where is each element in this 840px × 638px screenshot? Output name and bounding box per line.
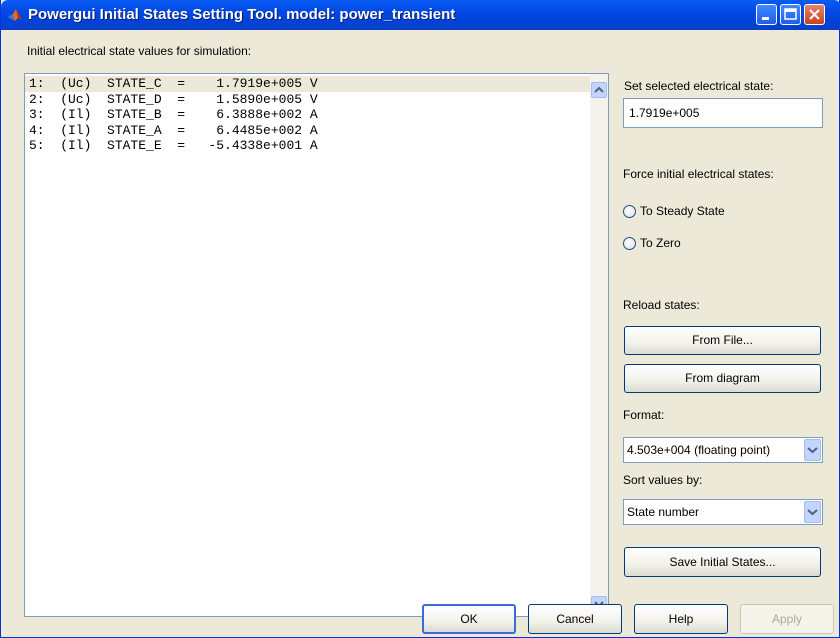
state-row[interactable]: 5: (Il) STATE_E = -5.4338e+001 A bbox=[25, 138, 590, 154]
radio-steady-label: To Steady State bbox=[640, 204, 725, 218]
sort-dropdown-button[interactable] bbox=[804, 501, 821, 523]
scroll-up-icon bbox=[594, 86, 604, 93]
close-button[interactable] bbox=[804, 4, 825, 25]
scroll-up-button[interactable] bbox=[591, 82, 607, 98]
minimize-button[interactable] bbox=[756, 4, 777, 25]
dropdown-arrow-icon bbox=[807, 509, 818, 516]
minimize-icon bbox=[762, 17, 769, 20]
ok-button[interactable]: OK bbox=[422, 604, 516, 634]
dropdown-arrow-icon bbox=[807, 447, 818, 454]
state-listbox[interactable]: 1: (Uc) STATE_C = 1.7919e+005 V 2: (Uc) S… bbox=[24, 73, 609, 617]
format-dropdown[interactable]: 4.503e+004 (floating point) bbox=[623, 437, 823, 463]
state-row[interactable]: 3: (Il) STATE_B = 6.3888e+002 A bbox=[25, 107, 590, 123]
force-label: Force initial electrical states: bbox=[623, 167, 774, 181]
format-value: 4.503e+004 (floating point) bbox=[627, 443, 771, 457]
save-initial-states-button[interactable]: Save Initial States... bbox=[624, 547, 821, 577]
close-icon bbox=[809, 9, 820, 20]
format-label: Format: bbox=[623, 408, 665, 422]
selected-state-input[interactable]: 1.7919e+005 bbox=[623, 98, 823, 128]
set-selected-label: Set selected electrical state: bbox=[624, 79, 774, 93]
format-dropdown-button[interactable] bbox=[804, 439, 821, 461]
sort-value: State number bbox=[627, 505, 700, 519]
from-diagram-button[interactable]: From diagram bbox=[624, 364, 821, 393]
list-label: Initial electrical state values for simu… bbox=[27, 44, 252, 58]
radio-circle[interactable] bbox=[623, 205, 636, 218]
from-file-button[interactable]: From File... bbox=[624, 326, 821, 355]
apply-button[interactable]: Apply bbox=[740, 604, 834, 634]
sort-dropdown[interactable]: State number bbox=[623, 499, 823, 525]
window-title: Powergui Initial States Setting Tool. mo… bbox=[28, 6, 456, 23]
radio-zero-label: To Zero bbox=[640, 236, 681, 250]
title-bar[interactable]: Powergui Initial States Setting Tool. mo… bbox=[1, 0, 840, 30]
sort-label: Sort values by: bbox=[623, 473, 703, 487]
maximize-icon bbox=[784, 8, 797, 20]
help-button[interactable]: Help bbox=[634, 604, 728, 634]
state-row[interactable]: 2: (Uc) STATE_D = 1.5890e+005 V bbox=[25, 92, 590, 108]
state-list: 1: (Uc) STATE_C = 1.7919e+005 V 2: (Uc) S… bbox=[25, 76, 590, 154]
state-row[interactable]: 4: (Il) STATE_A = 6.4485e+002 A bbox=[25, 123, 590, 139]
maximize-button[interactable] bbox=[780, 4, 801, 25]
list-scrollbar[interactable] bbox=[590, 74, 608, 616]
cancel-button[interactable]: Cancel bbox=[528, 604, 622, 634]
reload-label: Reload states: bbox=[623, 298, 700, 312]
radio-circle[interactable] bbox=[623, 237, 636, 250]
state-row[interactable]: 1: (Uc) STATE_C = 1.7919e+005 V bbox=[25, 76, 590, 92]
matlab-logo-icon bbox=[7, 7, 23, 23]
dialog-window: Powergui Initial States Setting Tool. mo… bbox=[0, 0, 840, 638]
